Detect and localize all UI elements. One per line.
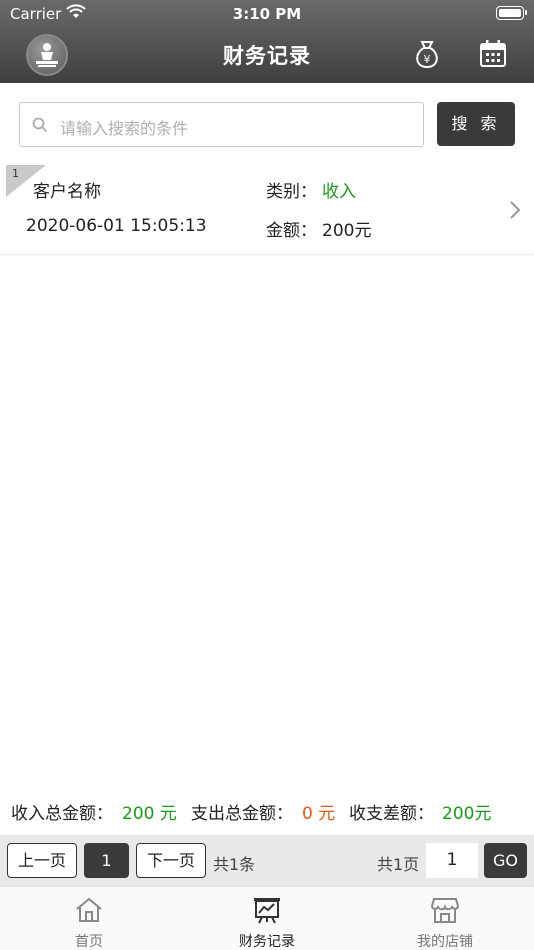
record-index: 1 [12, 167, 19, 180]
current-page-button[interactable]: 1 [84, 843, 129, 878]
status-bar: Carrier 3:10 PM [0, 0, 534, 28]
app-header: Carrier 3:10 PM 财务记录 ¥ [0, 0, 534, 83]
prev-page-button[interactable]: 上一页 [7, 843, 77, 878]
search-bar: 请输入搜索的条件 搜 索 [0, 83, 534, 165]
go-button[interactable]: GO [484, 843, 527, 878]
calendar-icon[interactable] [478, 38, 508, 70]
pagination: 上一页 1 下一页 共1条 共1页 1 GO [0, 835, 534, 886]
tab-finance-records[interactable]: 财务记录 [178, 887, 356, 950]
search-icon [32, 117, 48, 133]
search-placeholder: 请输入搜索的条件 [60, 119, 189, 138]
search-button[interactable]: 搜 索 [437, 102, 515, 146]
next-page-button[interactable]: 下一页 [136, 843, 206, 878]
home-icon [76, 897, 102, 922]
tab-home-label: 首页 [75, 934, 103, 950]
battery-icon [496, 6, 527, 20]
search-input[interactable]: 请输入搜索的条件 [19, 102, 424, 147]
total-pages-text: 共1页 [377, 855, 420, 874]
store-icon [430, 898, 460, 923]
total-items-text: 共1条 [213, 855, 256, 874]
income-total-label: 收入总金额： [11, 804, 113, 824]
chevron-right-icon [510, 201, 521, 219]
balance-diff-value: 200元 [442, 804, 492, 824]
tab-home[interactable]: 首页 [0, 887, 178, 950]
page-title: 财务记录 [223, 44, 311, 68]
category-label: 类别： [266, 182, 317, 202]
svg-text:¥: ¥ [424, 53, 431, 66]
tab-store-label: 我的店铺 [417, 934, 473, 950]
tab-bar: 首页 财务记录 我的店铺 [0, 886, 534, 950]
chart-board-icon [254, 898, 280, 924]
amount-label: 金额： [266, 221, 317, 241]
tab-finance-label: 财务记录 [239, 934, 295, 950]
summary-bar: 收入总金额： 200 元 支出总金额： 0 元 收支差额： 200元 [0, 795, 534, 825]
customer-name: 客户名称 [33, 182, 101, 202]
record-datetime: 2020-06-01 15:05:13 [26, 216, 207, 236]
goto-page-input[interactable]: 1 [426, 843, 478, 878]
expense-total-value: 0 元 [302, 804, 336, 824]
income-total-value: 200 元 [122, 804, 177, 824]
status-time: 3:10 PM [232, 5, 302, 23]
money-bag-icon[interactable]: ¥ [412, 38, 442, 70]
category-value: 收入 [322, 182, 356, 202]
list-item[interactable]: 1 客户名称 2020-06-01 15:05:13 类别： 收入 金额： 20… [0, 165, 534, 255]
balance-diff-label: 收支差额： [349, 804, 434, 824]
tab-my-store[interactable]: 我的店铺 [356, 887, 534, 950]
expense-total-label: 支出总金额： [191, 804, 293, 824]
amount-value: 200元 [322, 221, 372, 241]
